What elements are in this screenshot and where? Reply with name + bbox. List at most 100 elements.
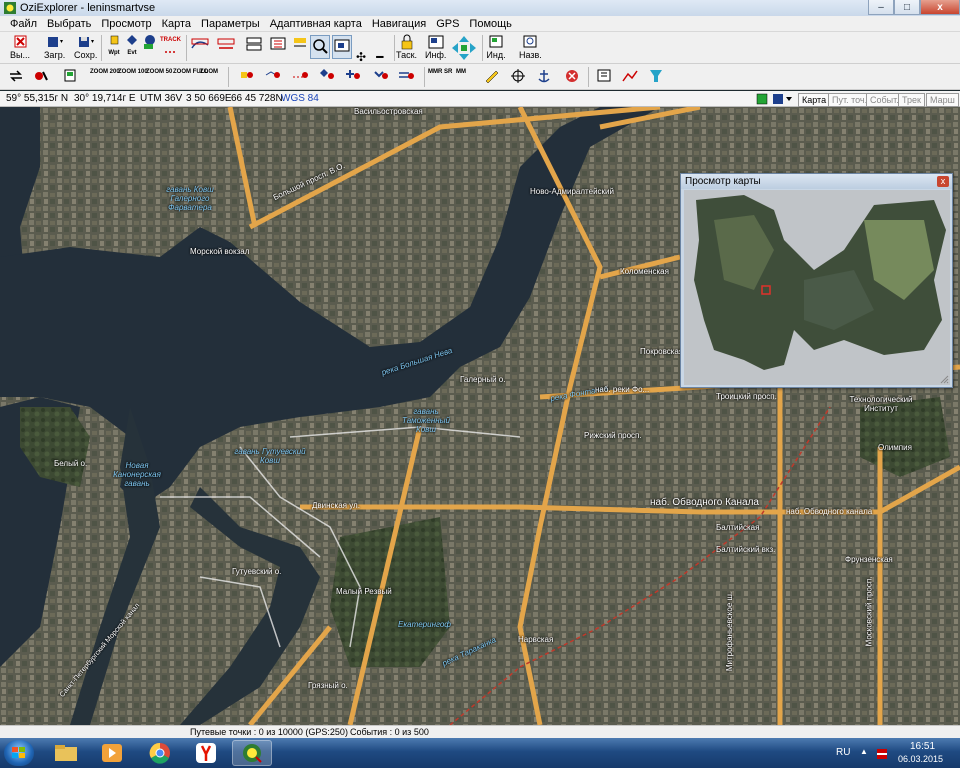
zoom-200-button[interactable]: ZOOM 200 [90, 69, 120, 76]
gps-6-button[interactable] [370, 67, 390, 83]
zoom-100-button[interactable]: ZOOM 100 [118, 69, 148, 76]
zoom-buttons: ✣ ━ [356, 50, 383, 64]
map-label-galerny-harbor: гавань Ковш Галерного Фарватера [166, 185, 214, 212]
anchor-button[interactable] [534, 68, 554, 84]
gps-5-button[interactable] [342, 67, 362, 83]
menu-map[interactable]: Карта [162, 18, 191, 30]
northing-readout: 66 45 728N [231, 93, 283, 104]
gps-tool-button[interactable] [31, 68, 51, 84]
magnifier-icon [313, 39, 328, 54]
close-button[interactable]: x [920, 0, 960, 15]
menu-view[interactable]: Просмотр [101, 18, 151, 30]
latitude-readout: 59° 55,315г N [6, 93, 69, 104]
show-tracks-toggle[interactable]: Трек [898, 93, 925, 107]
gps-3-button[interactable] [290, 67, 310, 83]
taskbar-media-player[interactable] [92, 740, 132, 766]
route-draw-button[interactable] [216, 36, 236, 52]
disk-menu-icon[interactable] [772, 93, 794, 105]
overview-header[interactable]: Просмотр карты [681, 174, 952, 189]
name-button[interactable]: Назв. [519, 34, 542, 60]
start-button[interactable] [4, 740, 34, 766]
track-edit-button[interactable] [268, 36, 288, 52]
map-list-button[interactable] [60, 68, 80, 84]
gps-7-button[interactable] [396, 67, 416, 83]
resize-grip-icon[interactable] [939, 374, 949, 384]
network-flag-icon[interactable] [876, 748, 888, 760]
mm-button[interactable]: MM [456, 69, 466, 76]
clock-date[interactable]: 06.03.2015 [898, 754, 943, 764]
zoom-out-icon[interactable]: ━ [376, 50, 383, 64]
overview-map-area[interactable] [684, 190, 950, 385]
zoom-50-button[interactable]: ZOOM 50 [146, 69, 172, 76]
taskbar-yandex-browser[interactable] [186, 740, 226, 766]
pan-button[interactable] [450, 34, 478, 62]
waypoint-button[interactable]: Wpt [104, 34, 124, 57]
map-save-icon[interactable] [756, 93, 768, 105]
gps-waypoint-icon [241, 72, 253, 78]
show-routes-toggle[interactable]: Марш [926, 93, 959, 107]
window-title: OziExplorer - leninsmartvse [20, 2, 156, 14]
exit-button[interactable]: Вы... [10, 34, 30, 60]
taskbar-chrome[interactable] [140, 740, 180, 766]
map-edit-button[interactable] [290, 36, 310, 52]
magnify-button[interactable] [310, 35, 330, 59]
gps-send-icon [399, 72, 414, 79]
show-waypoints-toggle[interactable]: Пут. точ. [828, 93, 872, 107]
tray-expand-icon[interactable]: ▲ [860, 747, 868, 756]
ind-button[interactable]: Инд. [486, 34, 506, 60]
route-button[interactable] [140, 34, 160, 50]
minimize-button[interactable]: – [868, 0, 894, 15]
map-overview-button[interactable] [332, 35, 352, 59]
zoom-in-icon[interactable]: ✣ [356, 50, 366, 64]
info-button[interactable]: Инф. [425, 34, 446, 60]
gps-4-button[interactable] [316, 67, 336, 83]
gps-event-icon [320, 69, 334, 79]
menu-adaptive-map[interactable]: Адаптивная карта [270, 18, 362, 30]
tack-button[interactable]: Таск. [396, 34, 417, 60]
maximize-button[interactable]: □ [894, 0, 920, 15]
menu-navigation[interactable]: Навигация [372, 18, 426, 30]
taskbar-oziexplorer[interactable] [232, 740, 272, 766]
menu-file[interactable]: Файл [10, 18, 37, 30]
track-button[interactable]: TRACK [160, 34, 181, 60]
track-draw-button[interactable] [190, 36, 210, 52]
filter-button[interactable] [646, 68, 666, 84]
show-map-toggle[interactable]: Карта [798, 93, 831, 107]
stop-button[interactable] [562, 68, 582, 84]
pencil-icon [485, 70, 499, 84]
map-overview-window[interactable]: Просмотр карты x [680, 173, 953, 388]
menu-settings[interactable]: Параметры [201, 18, 260, 30]
draw-button[interactable] [482, 68, 502, 84]
main-toolbar: Вы... Загр. Сохр. Wpt Evt TRACK ✣ ━ Таск… [0, 32, 960, 80]
map-edit-icon [294, 38, 306, 47]
save-button[interactable]: Сохр. [74, 34, 97, 60]
taskbar-explorer[interactable] [46, 740, 86, 766]
menu-gps[interactable]: GPS [436, 18, 459, 30]
refresh-button[interactable] [6, 68, 26, 84]
properties-button[interactable] [594, 68, 614, 84]
map-overview-icon [334, 39, 350, 52]
gps-2-button[interactable] [262, 67, 282, 83]
secondary-toolbar: ZOOM 200 ZOOM 100 ZOOM 50 ZOOM FULL ZOOM… [0, 64, 960, 90]
language-indicator[interactable]: RU [836, 747, 850, 758]
exit-icon [14, 35, 27, 48]
folder-icon [55, 745, 77, 761]
map-label-gutuevsky-island: Гутуевский о. [232, 567, 282, 576]
route-edit-button[interactable] [244, 36, 264, 52]
menu-help[interactable]: Помощь [469, 18, 512, 30]
profile-button[interactable] [620, 68, 640, 84]
clock-time[interactable]: 16:51 [910, 741, 935, 752]
chart-icon [622, 70, 638, 82]
windows-taskbar: RU ▲ 16:51 06.03.2015 [0, 738, 960, 768]
mmr-sr-button[interactable]: MMR SR [428, 69, 452, 76]
load-button[interactable]: Загр. [44, 34, 65, 60]
overview-close-button[interactable]: x [937, 176, 949, 187]
map-label-kanonerskaya-harbor: Новая Канонерская гавань [113, 461, 161, 488]
map-label-tech-institute: Технологический Институт [849, 395, 913, 413]
menu-select[interactable]: Выбрать [47, 18, 91, 30]
event-button[interactable]: Evt [122, 34, 142, 57]
crosshair-button[interactable] [508, 68, 528, 84]
zoom-button[interactable]: ZOOM [200, 69, 218, 76]
overview-title: Просмотр карты [685, 176, 761, 187]
gps-1-button[interactable] [236, 67, 256, 83]
